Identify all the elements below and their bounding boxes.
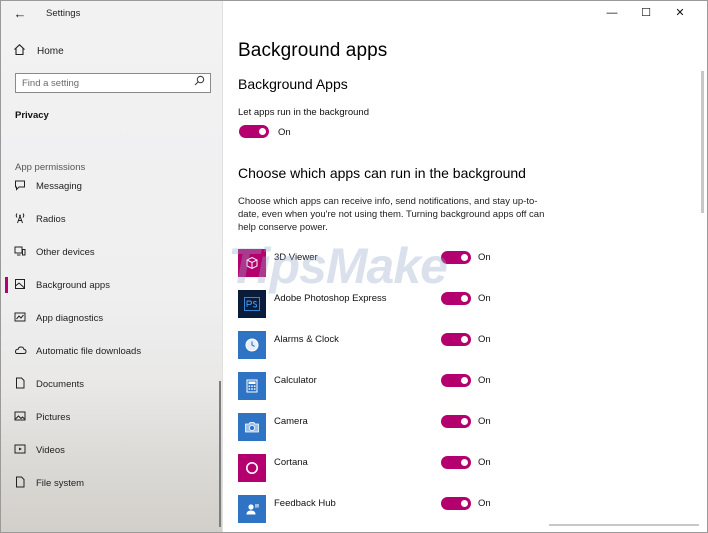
app-row-adobe-photoshop-express: Adobe Photoshop Express On <box>238 290 518 318</box>
search-icon[interactable] <box>192 75 206 91</box>
app-toggle-state: On <box>478 375 491 386</box>
sidebar-item-pictures[interactable]: Pictures <box>1 406 221 428</box>
radio-tower-icon <box>13 212 27 226</box>
app-row-calculator: Calculator On <box>238 372 518 400</box>
app-name: 3D Viewer <box>274 252 318 263</box>
sidebar-item-label: Other devices <box>36 246 95 258</box>
main-content: Background apps Background Apps Let apps… <box>223 1 707 532</box>
cortana-icon <box>238 454 266 482</box>
app-toggle-state: On <box>478 416 491 427</box>
description-text: Choose which apps can receive info, send… <box>238 196 545 233</box>
cube-icon <box>238 249 266 277</box>
background-apps-icon <box>13 278 27 292</box>
page-title: Background apps <box>238 40 388 61</box>
sidebar-item-background-apps[interactable]: Background apps <box>1 274 221 296</box>
sidebar-item-label: Messaging <box>36 180 82 192</box>
sidebar-item-radios[interactable]: Radios <box>1 208 221 230</box>
toggle-knob <box>461 418 468 425</box>
calculator-icon <box>238 372 266 400</box>
sidebar-item-label: Pictures <box>36 411 71 423</box>
toggle-knob <box>461 254 468 261</box>
app-name: Alarms & Clock <box>274 334 339 345</box>
clock-icon <box>238 331 266 359</box>
app-toggle[interactable] <box>441 251 471 264</box>
title-bar: ← Settings <box>1 1 223 27</box>
section-heading-choose-apps: Choose which apps can run in the backgro… <box>238 165 526 181</box>
devices-icon <box>13 245 27 259</box>
group-label: App permissions <box>15 162 86 173</box>
app-row-cortana: Cortana On <box>238 454 518 482</box>
video-icon <box>13 443 27 457</box>
feedback-icon <box>238 495 266 523</box>
sidebar-item-label: Videos <box>36 444 65 456</box>
app-row-3d-viewer: 3D Viewer On <box>238 249 518 277</box>
toggle-knob <box>461 377 468 384</box>
app-toggle[interactable] <box>441 374 471 387</box>
app-row-alarms-clock: Alarms & Clock On <box>238 331 518 359</box>
app-toggle-state: On <box>478 252 491 263</box>
message-icon <box>13 179 27 193</box>
app-row-feedback-hub: Feedback Hub On <box>238 495 518 523</box>
search-input[interactable] <box>22 76 187 90</box>
section-heading-background-apps: Background Apps <box>238 76 348 92</box>
sidebar-item-label: Automatic file downloads <box>36 345 142 357</box>
app-name: Cortana <box>274 457 308 468</box>
app-toggle[interactable] <box>441 333 471 346</box>
sidebar-scrollbar[interactable] <box>219 381 221 527</box>
section-title: Privacy <box>15 110 49 121</box>
cloud-icon <box>13 344 27 358</box>
app-toggle[interactable] <box>441 415 471 428</box>
app-name: Feedback Hub <box>274 498 336 509</box>
camera-icon <box>238 413 266 441</box>
app-toggle[interactable] <box>441 292 471 305</box>
settings-window: ← Settings Home Privacy App permissions … <box>0 0 708 533</box>
sidebar-item-documents[interactable]: Documents <box>1 373 221 395</box>
app-name: Camera <box>274 416 308 427</box>
toggle-knob <box>461 295 468 302</box>
master-background-toggle[interactable] <box>239 125 269 138</box>
app-toggle[interactable] <box>441 497 471 510</box>
sidebar-item-other-devices[interactable]: Other devices <box>1 241 221 263</box>
toggle-knob <box>461 459 468 466</box>
home-icon <box>11 43 27 59</box>
document-icon <box>13 377 27 391</box>
master-toggle-state: On <box>278 127 291 138</box>
sidebar-item-automatic-file-downloads[interactable]: Automatic file downloads <box>1 340 221 362</box>
app-title: Settings <box>46 8 81 19</box>
app-toggle-state: On <box>478 293 491 304</box>
photoshop-icon <box>238 290 266 318</box>
toggle-knob <box>461 500 468 507</box>
app-toggle[interactable] <box>441 456 471 469</box>
sidebar-item-label: Radios <box>36 213 66 225</box>
horizontal-scrollbar[interactable] <box>549 524 699 526</box>
sidebar: ← Settings Home Privacy App permissions … <box>1 1 223 532</box>
app-toggle-state: On <box>478 498 491 509</box>
home-link[interactable]: Home <box>11 41 64 61</box>
sidebar-item-label: File system <box>36 477 85 489</box>
sidebar-item-file-system[interactable]: File system <box>1 472 221 494</box>
sidebar-item-videos[interactable]: Videos <box>1 439 221 461</box>
toggle-knob <box>259 128 266 135</box>
app-name: Calculator <box>274 375 317 386</box>
sidebar-item-label: App diagnostics <box>36 312 104 324</box>
file-icon <box>13 476 27 490</box>
search-box <box>15 73 211 93</box>
picture-icon <box>13 410 27 424</box>
app-name: Adobe Photoshop Express <box>274 293 387 304</box>
toggle-knob <box>461 336 468 343</box>
main-scrollbar[interactable] <box>701 71 704 213</box>
sidebar-item-label: Background apps <box>36 279 110 291</box>
let-apps-label: Let apps run in the background <box>238 107 369 118</box>
sidebar-item-label: Documents <box>36 378 85 390</box>
app-toggle-state: On <box>478 457 491 468</box>
chart-icon <box>13 311 27 325</box>
back-button[interactable]: ← <box>9 5 31 23</box>
home-label: Home <box>37 45 64 57</box>
sidebar-item-app-diagnostics[interactable]: App diagnostics <box>1 307 221 329</box>
app-toggle-state: On <box>478 334 491 345</box>
sidebar-item-messaging[interactable]: Messaging <box>1 175 221 197</box>
app-row-camera: Camera On <box>238 413 518 441</box>
